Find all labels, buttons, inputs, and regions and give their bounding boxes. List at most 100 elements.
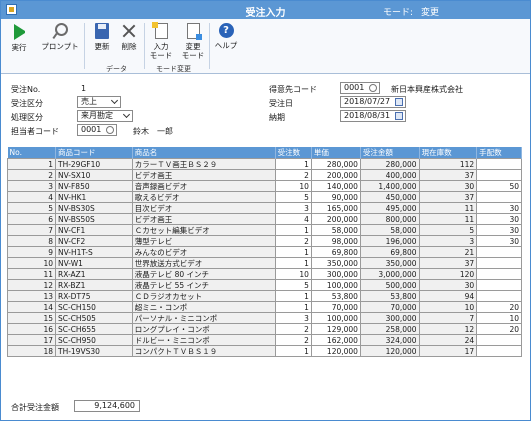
cell-arranged[interactable] [476, 191, 522, 203]
table-row[interactable]: 18 TH-19VS30 コンパクトＴＶＢＳ１９ 1 120,000 120,000 17 [7, 345, 522, 357]
table-row[interactable]: 5 NV-BS30S 目次ビデオ 3 165,000 495,000 11 30 [7, 202, 522, 214]
cell-arranged[interactable]: 30 [476, 224, 522, 236]
cell-qty[interactable]: 3 [274, 312, 312, 324]
cell-arranged[interactable] [476, 268, 522, 280]
col-header-stock[interactable]: 現在庫数 [419, 147, 478, 159]
calendar-icon[interactable] [395, 98, 403, 106]
cell-arranged[interactable]: 50 [476, 180, 522, 192]
table-row[interactable]: 8 NV-CF2 薄型テレビ 2 98,000 196,000 3 30 [7, 235, 522, 247]
cell-arranged[interactable] [476, 246, 522, 258]
cell-unit-price[interactable]: 58,000 [310, 224, 361, 236]
cell-arranged[interactable]: 10 [476, 312, 522, 324]
search-icon[interactable] [106, 126, 114, 134]
cell-qty[interactable]: 1 [274, 257, 312, 269]
table-row[interactable]: 1 TH-29GF10 カラーＴＶ画王ＢＳ２９ 1 280,000 280,000 112 [7, 158, 522, 170]
cell-qty[interactable]: 5 [274, 279, 312, 291]
cell-no: 18 [7, 345, 56, 357]
cell-unit-price[interactable]: 162,000 [310, 334, 361, 346]
process-type-select[interactable]: 来月勘定 [77, 110, 133, 122]
calendar-icon[interactable] [395, 112, 403, 120]
cell-qty[interactable]: 1 [274, 290, 312, 302]
table-row[interactable]: 10 NV-W1 世界放送方式ビデオ 1 350,000 350,000 37 [7, 257, 522, 269]
cell-arranged[interactable] [476, 334, 522, 346]
update-button[interactable]: 更新 [87, 23, 117, 51]
cell-unit-price[interactable]: 70,000 [310, 301, 361, 313]
cell-qty[interactable]: 2 [274, 169, 312, 181]
table-row[interactable]: 16 SC-CH655 ロングプレイ・コンポ 2 129,000 258,000 12 20 [7, 323, 522, 335]
cell-unit-price[interactable]: 200,000 [310, 213, 361, 225]
cell-qty[interactable]: 1 [274, 224, 312, 236]
cell-qty[interactable]: 1 [274, 301, 312, 313]
order-type-select[interactable]: 売上 [77, 96, 121, 108]
col-header-qty[interactable]: 受注数 [275, 147, 312, 159]
cell-arranged[interactable] [476, 158, 522, 170]
cell-unit-price[interactable]: 120,000 [310, 345, 361, 357]
cell-qty[interactable]: 10 [274, 268, 312, 280]
total-amount-label: 合計受注金額 [11, 403, 59, 412]
col-header-amount[interactable]: 受注金額 [360, 147, 420, 159]
order-date-input[interactable]: 2018/07/27 [340, 96, 406, 108]
col-header-arranged[interactable]: 手配数 [476, 147, 522, 159]
cell-unit-price[interactable]: 300,000 [310, 268, 361, 280]
table-row[interactable]: 7 NV-CF1 Ｃカセット編集ビデオ 1 58,000 58,000 5 30 [7, 224, 522, 236]
cell-qty[interactable]: 2 [274, 235, 312, 247]
run-button[interactable]: 実行 [4, 23, 34, 52]
cell-qty[interactable]: 2 [274, 323, 312, 335]
col-header-item-name[interactable]: 商品名 [132, 147, 276, 159]
cell-unit-price[interactable]: 165,000 [310, 202, 361, 214]
table-row[interactable]: 9 NV-H1T-S みんなのビデオ 1 69,800 69,800 21 [7, 246, 522, 258]
delivery-date-input[interactable]: 2018/08/31 [340, 110, 406, 122]
cell-unit-price[interactable]: 69,800 [310, 246, 361, 258]
staff-code-input[interactable]: 0001 [77, 124, 117, 136]
cell-qty[interactable]: 3 [274, 202, 312, 214]
search-icon[interactable] [369, 84, 377, 92]
table-row[interactable]: 4 NV-HK1 歌えるビデオ 5 90,000 450,000 37 [7, 191, 522, 203]
cell-unit-price[interactable]: 140,000 [310, 180, 361, 192]
cell-unit-price[interactable]: 90,000 [310, 191, 361, 203]
cell-qty[interactable]: 1 [274, 246, 312, 258]
prompt-button[interactable]: プロンプト [40, 23, 80, 51]
cell-qty[interactable]: 10 [274, 180, 312, 192]
delete-button[interactable]: 削除 [114, 23, 144, 51]
cell-qty[interactable]: 1 [274, 158, 312, 170]
cell-arranged[interactable]: 20 [476, 301, 522, 313]
table-row[interactable]: 12 RX-BZ1 液晶テレビ 55 インチ 5 100,000 500,000 30 [7, 279, 522, 291]
table-row[interactable]: 2 NV-SX10 ビデオ画王 2 200,000 400,000 37 [7, 169, 522, 181]
input-mode-button[interactable]: 入力 モード [146, 22, 176, 60]
cell-unit-price[interactable]: 100,000 [310, 312, 361, 324]
order-no-label: 受注No. [11, 85, 41, 94]
cell-arranged[interactable] [476, 345, 522, 357]
cell-unit-price[interactable]: 129,000 [310, 323, 361, 335]
cell-unit-price[interactable]: 280,000 [310, 158, 361, 170]
cell-arranged[interactable]: 20 [476, 323, 522, 335]
help-button[interactable]: ? ヘルプ [211, 23, 241, 50]
cell-arranged[interactable]: 30 [476, 235, 522, 247]
cell-arranged[interactable] [476, 169, 522, 181]
col-header-item-code[interactable]: 商品コード [55, 147, 133, 159]
col-header-no[interactable]: No. [7, 147, 56, 159]
cell-arranged[interactable] [476, 279, 522, 291]
change-mode-button[interactable]: 変更 モード [178, 23, 208, 60]
table-row[interactable]: 6 NV-BS50S ビデオ画王 4 200,000 800,000 11 30 [7, 213, 522, 225]
table-row[interactable]: 17 SC-CH950 ドルビー・ミニコンポ 2 162,000 324,000 24 [7, 334, 522, 346]
cell-unit-price[interactable]: 100,000 [310, 279, 361, 291]
table-row[interactable]: 15 SC-CH505 パーソナル・ミニコンポ 3 100,000 300,000 7 10 [7, 312, 522, 324]
cell-qty[interactable]: 5 [274, 191, 312, 203]
cell-arranged[interactable]: 30 [476, 213, 522, 225]
cell-unit-price[interactable]: 350,000 [310, 257, 361, 269]
cell-unit-price[interactable]: 200,000 [310, 169, 361, 181]
col-header-unit-price[interactable]: 単価 [311, 147, 361, 159]
customer-code-input[interactable]: 0001 [340, 82, 380, 94]
table-row[interactable]: 14 SC-CH150 超ミニ・コンポ 1 70,000 70,000 10 20 [7, 301, 522, 313]
cell-qty[interactable]: 1 [274, 345, 312, 357]
cell-qty[interactable]: 4 [274, 213, 312, 225]
table-row[interactable]: 3 NV-F850 音声録画ビデオ 10 140,000 1,400,000 30 50 [7, 180, 522, 192]
cell-unit-price[interactable]: 53,800 [310, 290, 361, 302]
cell-unit-price[interactable]: 98,000 [310, 235, 361, 247]
cell-arranged[interactable] [476, 290, 522, 302]
cell-arranged[interactable] [476, 257, 522, 269]
table-row[interactable]: 13 RX-DT75 ＣＤラジオカセット 1 53,800 53,800 94 [7, 290, 522, 302]
cell-qty[interactable]: 2 [274, 334, 312, 346]
table-row[interactable]: 11 RX-AZ1 液晶テレビ 80 インチ 10 300,000 3,000,000 12… [7, 268, 522, 280]
cell-arranged[interactable]: 30 [476, 202, 522, 214]
